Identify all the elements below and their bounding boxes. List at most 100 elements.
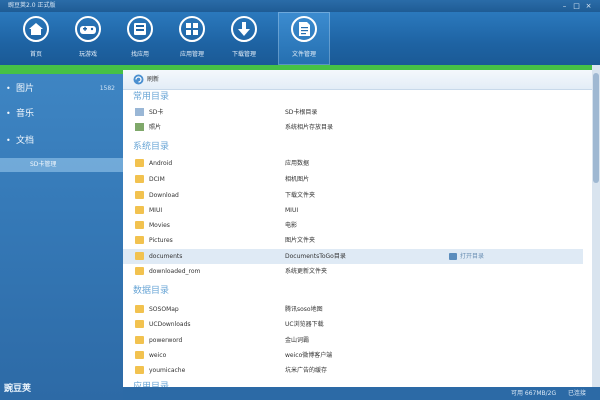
toolbar-app-manager[interactable]: 应用管理 [166,12,218,65]
folder-icon [135,305,144,313]
sidebar-item-count: 1582 [99,85,115,92]
list-item[interactable]: downloaded_rom 系统更新文件夹 [123,264,583,279]
item-name: powerword [149,337,183,344]
item-name: Download [149,192,179,199]
folder-icon [135,206,144,214]
document-icon [291,16,317,42]
close-icon[interactable]: × [584,2,593,10]
sidebar-item-pictures[interactable]: • 图片 1582 [0,77,123,101]
download-icon [231,16,257,42]
section-title-data: 数据目录 [133,286,170,296]
bullet-icon: • [6,84,11,93]
photo-icon [135,123,144,131]
folder-icon [135,336,144,344]
item-description: 坑米广告的缓存 [285,367,328,374]
sdcard-icon [135,108,144,116]
folder-icon [135,221,144,229]
scrollbar-thumb[interactable] [593,73,599,183]
toolbar-apps[interactable]: 找应用 [114,12,166,65]
item-description: 图片文件夹 [285,237,316,244]
toolbar-downloads-label: 下载管理 [231,51,256,58]
refresh-bar: 刷新 [123,70,592,90]
item-description: 腾讯soso地图 [285,306,323,313]
main-toolbar: 首页 玩游戏 找应用 应用管理 下载管理 文件管理 [0,12,600,65]
list-item[interactable]: SOSOMap 腾讯soso地图 [123,302,583,317]
list-item[interactable]: Download 下载文件夹 [123,188,583,203]
item-name: youmicache [149,367,186,374]
sidebar-item-music[interactable]: • 音乐 [0,102,123,126]
list-item[interactable]: 照片 系统相片存放目录 [123,120,583,135]
section-title-common: 常用目录 [133,92,170,102]
window-title: 豌豆荚2.0 正式版 [8,2,56,9]
item-description: 系统更新文件夹 [285,268,328,275]
list-item[interactable]: DCIM 相机图片 [123,172,583,187]
list-item[interactable]: Pictures 图片文件夹 [123,233,583,248]
brand-logo: 豌豆荚 [4,384,32,394]
open-folder-button[interactable]: 打开目录 [460,249,484,264]
refresh-button[interactable]: 刷新 [147,70,159,89]
item-name: Movies [149,222,170,229]
sidebar-item-sdcard[interactable]: SD卡管理 [0,158,123,172]
item-description: 应用数据 [285,160,310,167]
app-store-icon [127,16,153,42]
item-description: weico微博客户端 [285,352,333,359]
gamepad-icon [75,16,101,42]
item-name: downloaded_rom [149,268,201,275]
home-icon [23,16,49,42]
toolbar-home[interactable]: 首页 [10,12,62,65]
toolbar-games[interactable]: 玩游戏 [62,12,114,65]
item-name: weico [149,352,167,359]
folder-icon [135,191,144,199]
item-description: 下载文件夹 [285,192,316,199]
list-item[interactable]: SD卡 SD卡根目录 [123,105,583,120]
list-item[interactable]: weico weico微博客户端 [123,348,583,363]
sidebar-accent-bar [0,65,123,74]
minimize-icon[interactable]: – [560,2,569,10]
list-item[interactable]: Movies 电影 [123,218,583,233]
list-item[interactable]: powerword 金山词霸 [123,333,583,348]
section-title-system: 系统目录 [133,142,170,152]
folder-icon [135,351,144,359]
list-item[interactable]: MIUI MIUI [123,203,583,218]
folder-icon [135,159,144,167]
sidebar-item-documents[interactable]: • 文档 [0,129,123,153]
toolbar-downloads[interactable]: 下载管理 [218,12,270,65]
list-item[interactable]: Android 应用数据 [123,156,583,171]
item-description: 金山词霸 [285,337,310,344]
bullet-icon: • [6,109,11,118]
item-name: SOSOMap [149,306,179,313]
item-name: Android [149,160,173,167]
folder-icon [135,320,144,328]
item-description: MIUI [285,207,299,214]
refresh-icon[interactable] [133,74,144,85]
open-folder-icon [449,253,457,260]
toolbar-games-label: 玩游戏 [78,51,97,58]
list-item[interactable]: youmicache 坑米广告的缓存 [123,363,583,378]
item-description: 电影 [285,222,298,229]
item-name: DCIM [149,176,165,183]
folder-icon [135,252,144,260]
list-item[interactable]: UCDownloads UC浏览器下载 [123,317,583,332]
sidebar-item-label: 文档 [16,136,35,146]
item-name: 照片 [149,124,162,131]
toolbar-home-label: 首页 [29,51,42,58]
item-name: SD卡 [149,109,164,116]
sidebar-item-label: 音乐 [16,109,35,119]
toolbar-file-manager-label: 文件管理 [291,51,316,58]
item-description: DocumentsToGo目录 [285,253,346,260]
vertical-scrollbar[interactable] [592,65,600,387]
item-description: 相机图片 [285,176,310,183]
sidebar-item-label: 图片 [16,84,35,94]
item-description: 系统相片存放目录 [285,124,334,131]
item-description: UC浏览器下载 [285,321,324,328]
title-bar: 豌豆荚2.0 正式版 – □ × [0,0,600,12]
app-manager-icon [179,16,205,42]
status-bar: 可用 667MB/2G 已连接 [123,387,600,400]
toolbar-file-manager[interactable]: 文件管理 [278,12,330,65]
toolbar-apps-label: 找应用 [130,51,149,58]
item-name: documents [149,253,183,260]
maximize-icon[interactable]: □ [572,2,581,10]
folder-icon [135,366,144,374]
item-description: SD卡根目录 [285,109,318,116]
list-item-selected[interactable]: documents DocumentsToGo目录 打开目录 [123,249,583,264]
